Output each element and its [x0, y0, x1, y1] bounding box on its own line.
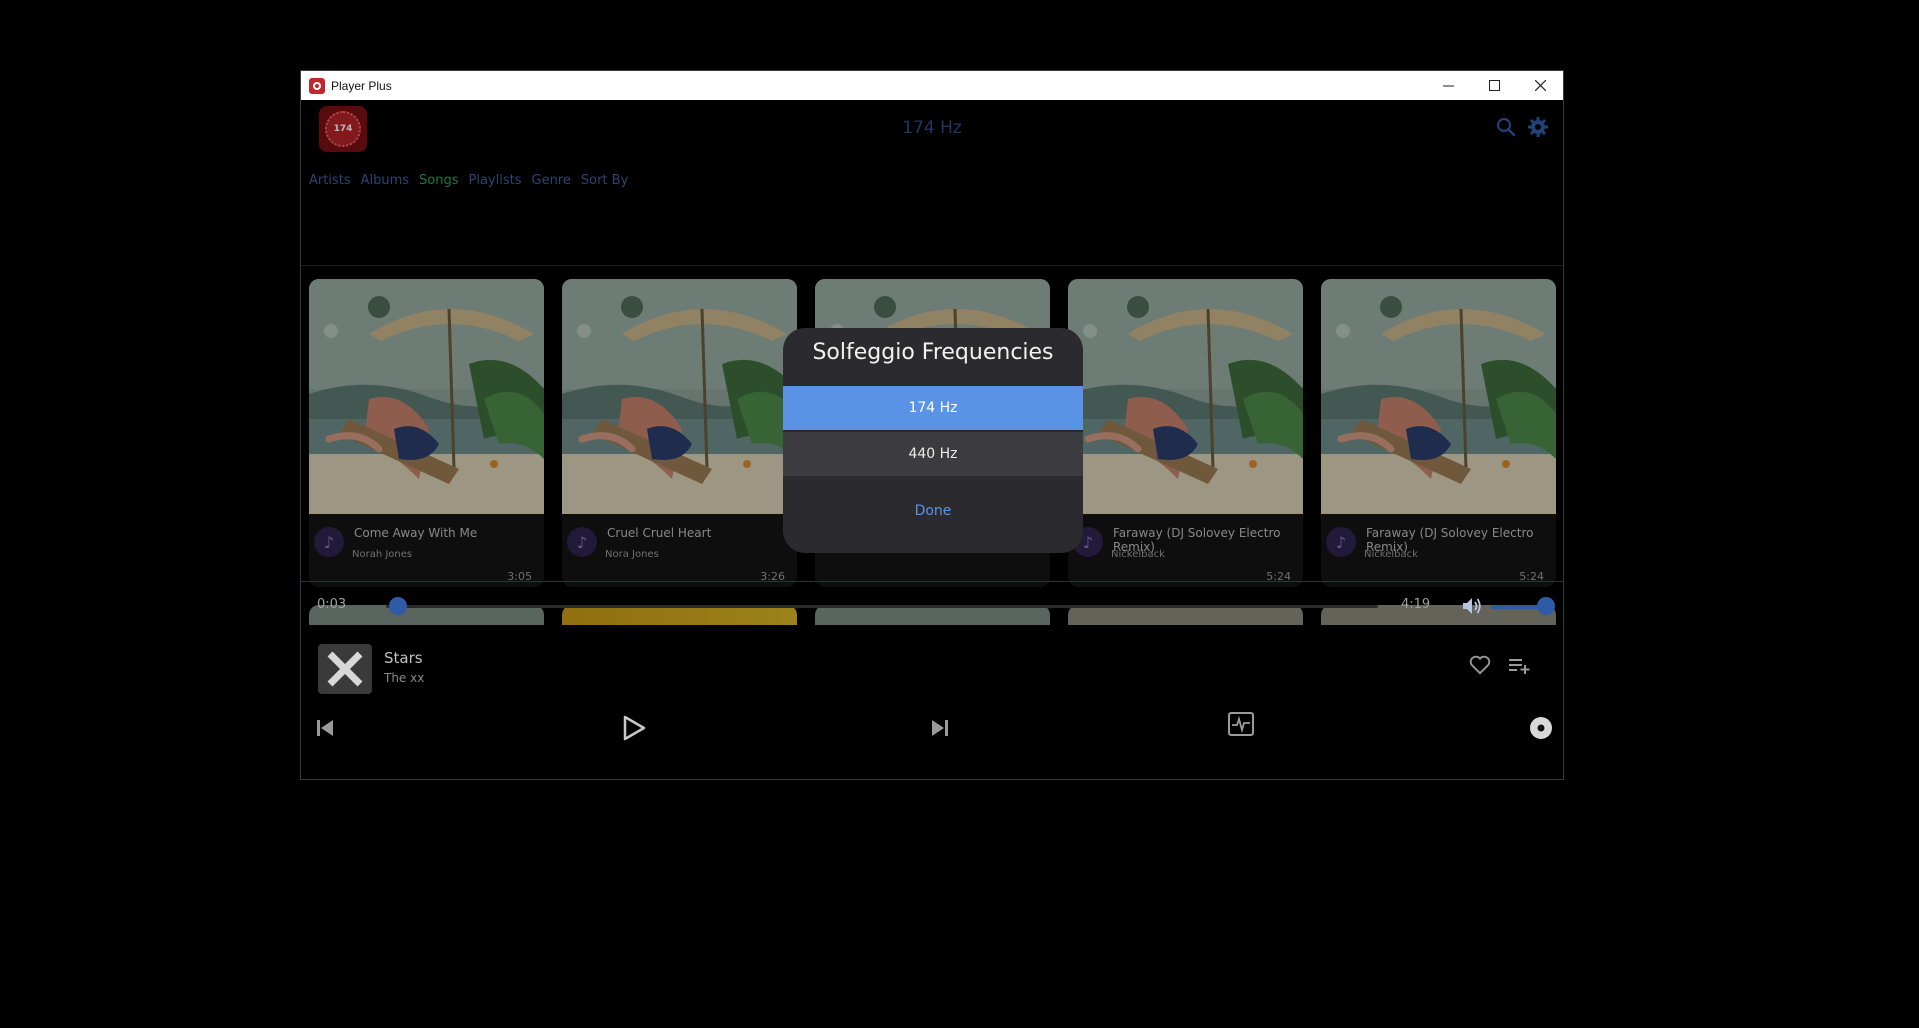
minimize-button[interactable] — [1425, 71, 1471, 100]
title-bar: Player Plus — [301, 71, 1563, 100]
total-time: 4:19 — [1401, 597, 1431, 612]
song-meta: ♪ Faraway (DJ Solovey Electro Remix) Nic… — [1321, 514, 1556, 587]
maximize-icon — [1488, 80, 1500, 91]
song-card-partial[interactable] — [815, 605, 1050, 625]
tab-playlists[interactable]: Playlists — [469, 173, 522, 188]
current-time: 0:03 — [317, 597, 347, 612]
next-icon[interactable] — [930, 718, 950, 738]
song-meta: ♪ Come Away With Me Norah Jones 3:05 — [309, 514, 544, 587]
album-art — [1321, 279, 1556, 514]
tab-sort-by[interactable]: Sort By — [581, 173, 628, 188]
album-art-image — [309, 279, 544, 514]
song-meta: ♪ Cruel Cruel Heart Nora Jones 3:26 — [562, 514, 797, 587]
play-icon[interactable] — [622, 715, 646, 741]
now-playing-art — [318, 644, 372, 694]
app-header: 174 174 Hz Artists Albums Songs Playlist… — [301, 100, 1563, 266]
album-art-image — [1321, 279, 1556, 514]
close-button[interactable] — [1517, 71, 1563, 100]
music-note-icon: ♪ — [314, 527, 344, 557]
song-meta: ♪ Faraway (DJ Solovey Electro Remix) Nic… — [1068, 514, 1303, 587]
volume-icon[interactable] — [1461, 596, 1483, 616]
volume-thumb[interactable] — [1537, 597, 1555, 615]
seek-bar[interactable] — [386, 605, 1378, 608]
tab-songs[interactable]: Songs — [419, 173, 458, 188]
song-title: Come Away With Me — [354, 526, 478, 540]
now-playing-title: Stars — [384, 649, 423, 667]
window-title: Player Plus — [331, 78, 392, 93]
song-card-partial[interactable] — [562, 605, 797, 625]
album-art-image — [1068, 279, 1303, 514]
maximize-button[interactable] — [1471, 71, 1517, 100]
album-art — [1068, 279, 1303, 514]
song-card[interactable]: ♪ Faraway (DJ Solovey Electro Remix) Nic… — [1321, 279, 1556, 587]
album-art — [562, 279, 797, 514]
dialog-title: Solfeggio Frequencies — [812, 340, 1054, 365]
album-art-image — [562, 279, 797, 514]
previous-icon[interactable] — [315, 718, 335, 738]
gear-icon[interactable] — [1527, 116, 1549, 138]
music-note-icon: ♪ — [1326, 527, 1356, 557]
disc-icon[interactable] — [1529, 716, 1553, 740]
done-button[interactable]: Done — [783, 503, 1083, 519]
song-artist: Nickelback — [1364, 549, 1418, 560]
solfeggio-dialog: Solfeggio Frequencies 174 Hz 440 Hz Done — [783, 328, 1083, 553]
tab-genre[interactable]: Genre — [532, 173, 571, 188]
album-art — [309, 279, 544, 514]
close-icon — [327, 651, 363, 687]
app-icon — [309, 77, 325, 94]
heart-icon[interactable] — [1469, 655, 1491, 675]
add-to-playlist-icon[interactable] — [1509, 657, 1531, 675]
song-artist: Norah Jones — [352, 549, 413, 560]
frequency-title: 174 Hz — [902, 118, 962, 138]
close-icon — [1534, 80, 1546, 91]
music-note-icon: ♪ — [567, 527, 597, 557]
library-tabs: Artists Albums Songs Playlists Genre Sor… — [309, 173, 628, 188]
equalizer-icon[interactable] — [1228, 712, 1254, 736]
minimize-icon — [1442, 85, 1454, 87]
tab-artists[interactable]: Artists — [309, 173, 351, 188]
tab-albums[interactable]: Albums — [361, 173, 409, 188]
option-174-hz[interactable]: 174 Hz — [783, 386, 1083, 430]
song-card[interactable]: ♪ Cruel Cruel Heart Nora Jones 3:26 — [562, 279, 797, 587]
window-controls — [1425, 71, 1563, 100]
song-card-partial[interactable] — [1068, 605, 1303, 625]
search-icon[interactable] — [1495, 116, 1517, 138]
seek-thumb[interactable] — [388, 597, 407, 615]
option-440-hz[interactable]: 440 Hz — [783, 432, 1083, 476]
now-playing-artist: The xx — [384, 671, 425, 685]
song-artist: Nora Jones — [605, 549, 659, 560]
song-card[interactable]: ♪ Come Away With Me Norah Jones 3:05 — [309, 279, 544, 587]
song-artist: Nickelback — [1111, 549, 1165, 560]
song-card[interactable]: ♪ Faraway (DJ Solovey Electro Remix) Nic… — [1068, 279, 1303, 587]
player-divider — [301, 581, 1563, 582]
song-title: Cruel Cruel Heart — [607, 526, 712, 540]
header-divider — [301, 265, 1563, 266]
